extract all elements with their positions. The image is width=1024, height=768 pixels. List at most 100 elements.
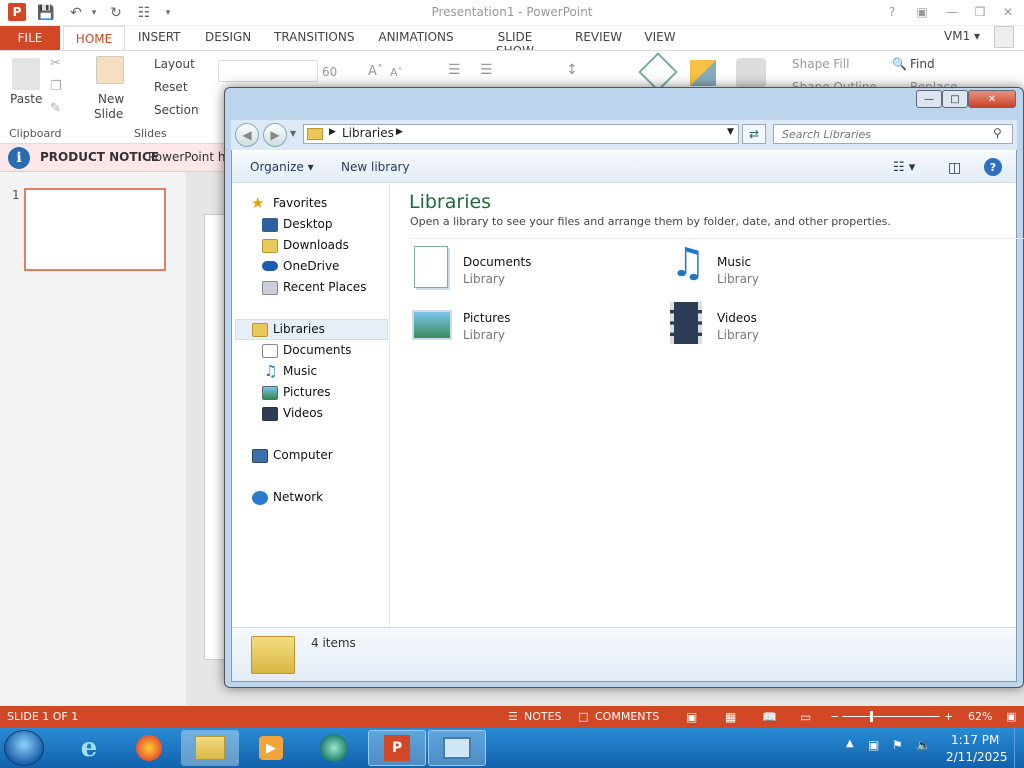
close-icon[interactable]: ✕ (996, 3, 1020, 21)
font-size-box[interactable]: 60 (322, 65, 337, 79)
reading-view-icon[interactable]: 📖 (762, 710, 777, 724)
taskbar-firefox[interactable] (120, 730, 178, 766)
new-slide-label-2[interactable]: Slide (94, 107, 123, 121)
slide-thumbnail[interactable] (24, 188, 166, 271)
zoom-level[interactable]: 62% (968, 710, 992, 723)
line-spacing-icon[interactable]: ↕ (566, 62, 578, 78)
paste-button[interactable]: Paste (10, 92, 42, 106)
start-button[interactable] (4, 730, 44, 766)
slideshow-view-icon[interactable]: ▭ (800, 710, 811, 724)
tab-insert[interactable]: INSERT (138, 26, 181, 50)
user-avatar[interactable] (994, 26, 1014, 48)
paste-icon[interactable] (12, 58, 40, 90)
normal-view-icon[interactable]: ▣ (686, 710, 697, 724)
address-dropdown-icon[interactable]: ▼ (727, 127, 734, 137)
help-icon[interactable]: ? (880, 3, 904, 21)
explorer-close-icon[interactable]: ✕ (968, 90, 1016, 108)
zoom-slider[interactable] (842, 716, 940, 717)
library-item-documents[interactable]: Documents Library (408, 246, 638, 296)
preview-pane-icon[interactable]: ◫ (948, 160, 961, 176)
cut-icon[interactable]: ✂ (50, 56, 61, 71)
tab-home[interactable]: HOME (63, 26, 125, 51)
format-painter-icon[interactable]: ✎ (50, 101, 61, 116)
zoom-slider-thumb[interactable] (870, 711, 873, 722)
numbering-icon[interactable]: ☰ (480, 62, 493, 78)
library-item-videos[interactable]: Videos Library (662, 302, 892, 352)
refresh-button[interactable]: ⇄ (742, 124, 766, 144)
tab-file[interactable]: FILE (0, 26, 60, 50)
show-hidden-icons[interactable]: ▲ (846, 738, 854, 749)
nav-computer[interactable]: Computer (273, 448, 333, 462)
organize-button[interactable]: Organize ▾ (250, 160, 314, 174)
comments-button[interactable]: COMMENTS (595, 710, 659, 723)
zoom-in-icon[interactable]: + (944, 710, 953, 723)
forward-button[interactable]: ▶ (263, 123, 287, 147)
copy-icon[interactable]: ❐ (50, 79, 62, 94)
library-item-music[interactable]: ♫ Music Library (662, 240, 892, 296)
arrange-icon[interactable] (690, 60, 716, 86)
minimize-icon[interactable]: — (940, 3, 964, 21)
show-desktop-button[interactable] (1014, 728, 1024, 768)
network-tray-icon[interactable]: ▣ (868, 738, 879, 752)
nav-network[interactable]: Network (273, 490, 323, 504)
nav-pictures[interactable]: Pictures (283, 385, 331, 399)
library-item-pictures[interactable]: Pictures Library (408, 302, 638, 352)
reset-button[interactable]: Reset (154, 80, 188, 94)
notes-icon[interactable]: ☰ (508, 710, 518, 723)
new-library-button[interactable]: New library (341, 160, 410, 174)
layout-button[interactable]: Layout (154, 57, 195, 71)
nav-onedrive[interactable]: OneDrive (283, 259, 339, 273)
new-slide-icon[interactable] (96, 56, 124, 84)
breadcrumb-libraries[interactable]: Libraries (342, 126, 394, 140)
tab-slide-show[interactable]: SLIDE SHOW (479, 26, 551, 58)
taskbar-app[interactable] (305, 730, 363, 766)
nav-documents[interactable]: Documents (283, 343, 351, 357)
explorer-help-icon[interactable]: ? (984, 158, 1002, 176)
search-icon[interactable]: ⚲ (993, 126, 1002, 140)
taskbar-remote-desktop[interactable] (428, 730, 486, 766)
view-options-icon[interactable]: ☷ ▾ (893, 160, 915, 175)
find-button[interactable]: Find (910, 57, 935, 71)
comments-icon[interactable]: □ (578, 710, 588, 723)
grow-font-icon[interactable]: Aˆ (368, 64, 383, 79)
taskbar-file-explorer[interactable] (181, 730, 239, 766)
shrink-font-icon[interactable]: Aˇ (390, 66, 403, 79)
user-account[interactable]: VM1 ▾ (944, 29, 980, 43)
shape-fill-button[interactable]: Shape Fill (792, 57, 849, 71)
search-input[interactable] (773, 124, 1013, 144)
tab-view[interactable]: VIEW (644, 26, 676, 50)
bullets-icon[interactable]: ☰ (448, 62, 461, 78)
explorer-maximize-icon[interactable]: □ (942, 90, 968, 108)
notes-button[interactable]: NOTES (524, 710, 562, 723)
zoom-out-icon[interactable]: − (830, 710, 839, 723)
breadcrumb-arrow-icon[interactable]: ▶ (329, 127, 336, 137)
back-button[interactable]: ◀ (235, 123, 259, 147)
section-button[interactable]: Section (154, 103, 199, 117)
quick-styles-icon[interactable] (736, 58, 766, 88)
tab-transitions[interactable]: TRANSITIONS (274, 26, 354, 50)
ribbon-display-icon[interactable]: ▣ (910, 3, 934, 21)
restore-icon[interactable]: ❐ (968, 3, 992, 21)
nav-music[interactable]: Music (283, 364, 317, 378)
clock-time[interactable]: 1:17 PM (951, 733, 999, 747)
nav-favorites[interactable]: Favorites (273, 196, 327, 210)
tab-review[interactable]: REVIEW (575, 26, 622, 50)
find-icon[interactable]: 🔍 (892, 57, 907, 71)
clock-date[interactable]: 2/11/2025 (946, 750, 1008, 764)
nav-recent-places[interactable]: Recent Places (283, 280, 366, 294)
font-name-box[interactable] (218, 60, 318, 82)
taskbar-media-player[interactable]: ▶ (242, 730, 300, 766)
action-center-icon[interactable]: ⚑ (892, 738, 903, 752)
nav-desktop[interactable]: Desktop (283, 217, 333, 231)
explorer-minimize-icon[interactable]: — (916, 90, 942, 108)
tab-animations[interactable]: ANIMATIONS (377, 26, 455, 50)
taskbar-internet-explorer[interactable]: e (60, 730, 118, 766)
breadcrumb-arrow-icon[interactable]: ▶ (396, 127, 403, 137)
recent-pages-icon[interactable]: ▼ (290, 129, 296, 138)
slide-sorter-icon[interactable]: ▦ (725, 710, 736, 724)
taskbar-powerpoint[interactable]: P (368, 730, 426, 766)
nav-libraries[interactable]: Libraries (273, 322, 325, 336)
tab-design[interactable]: DESIGN (205, 26, 251, 50)
nav-videos[interactable]: Videos (283, 406, 323, 420)
new-slide-label-1[interactable]: New (98, 92, 124, 106)
